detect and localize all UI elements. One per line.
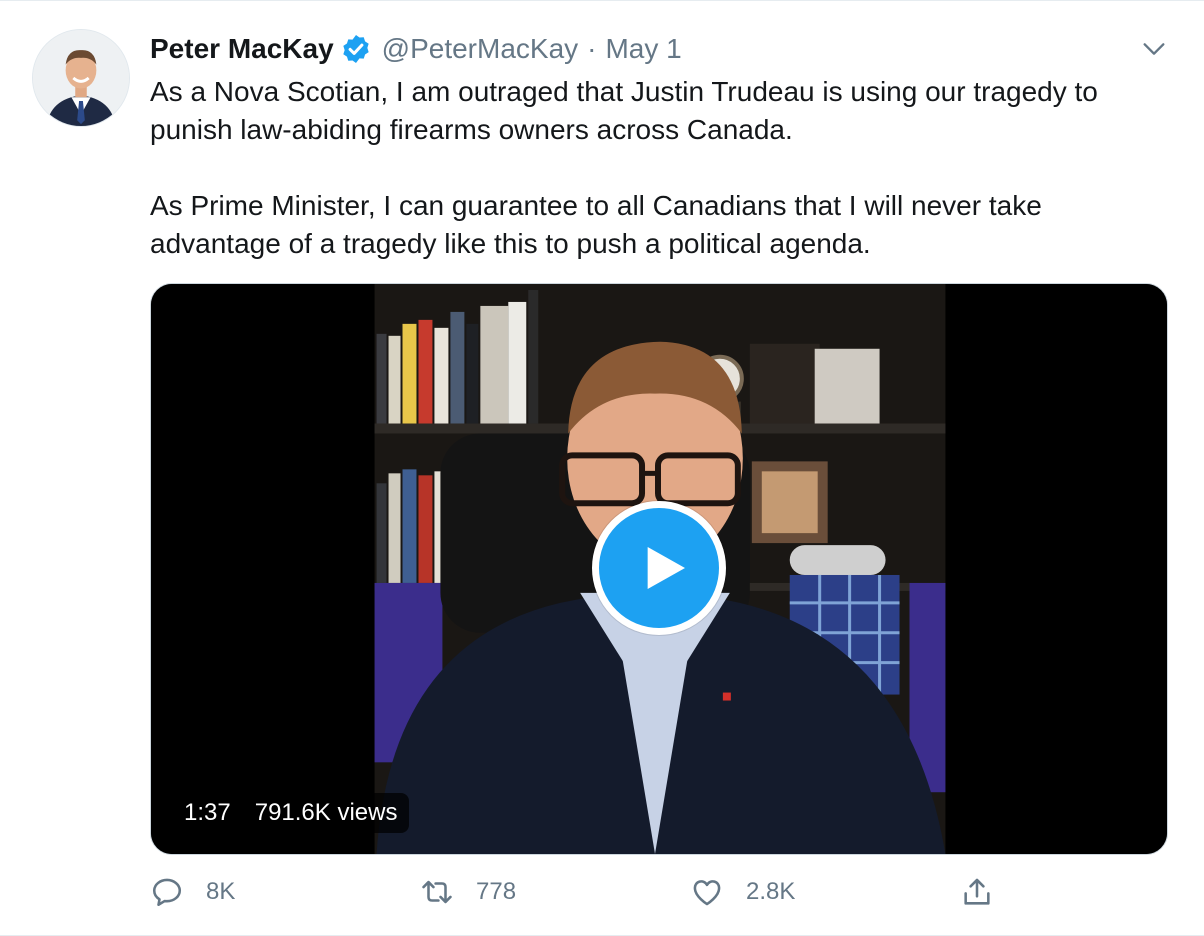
retweet-count: 778 <box>476 878 517 905</box>
retweet-icon <box>422 880 452 904</box>
like-button[interactable]: 2.8K <box>690 875 795 909</box>
chevron-down-icon[interactable] <box>1140 35 1168 63</box>
reply-icon <box>152 878 182 907</box>
reply-button[interactable]: 8K <box>150 875 235 909</box>
play-icon <box>647 547 685 589</box>
play-button[interactable] <box>592 501 726 635</box>
verified-badge-icon <box>342 35 369 63</box>
author-name[interactable]: Peter MacKay <box>150 33 334 65</box>
tweet-header: Peter MacKay @PeterMacKay · May 1 <box>150 29 682 69</box>
video-views: 791.6K views <box>254 799 398 826</box>
tweet-paragraph: As a Nova Scotian, I am outraged that Ju… <box>150 76 1098 145</box>
tweet-card[interactable]: Peter MacKay @PeterMacKay · May 1 As a N… <box>0 0 1204 936</box>
retweet-button[interactable]: 778 <box>420 875 516 909</box>
author-handle[interactable]: @PeterMacKay <box>382 33 579 65</box>
action-bar: 8K 778 2.8K <box>150 869 1050 921</box>
tweet-text: As a Nova Scotian, I am outraged that Ju… <box>150 73 1180 263</box>
like-count: 2.8K <box>746 878 796 905</box>
tweet-date[interactable]: May 1 <box>605 33 681 65</box>
avatar-image <box>33 30 129 126</box>
share-button[interactable] <box>960 875 994 909</box>
reply-count: 8K <box>206 878 236 905</box>
avatar[interactable] <box>32 29 130 127</box>
share-icon <box>964 878 990 905</box>
video-info-overlay: 1:37 791.6K views <box>172 793 410 833</box>
heart-icon <box>693 880 721 906</box>
separator-dot: · <box>587 33 597 64</box>
tweet-paragraph: As Prime Minister, I can guarantee to al… <box>150 190 1042 259</box>
video-duration: 1:37 <box>184 799 231 826</box>
